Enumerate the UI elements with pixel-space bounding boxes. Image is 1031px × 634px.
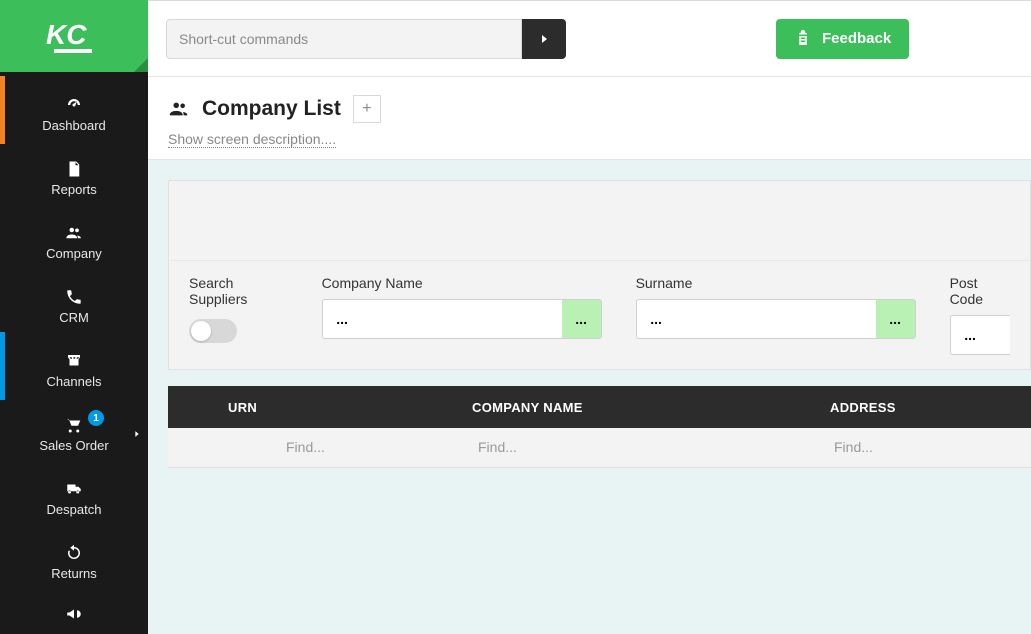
feedback-icon: [794, 30, 812, 48]
returns-icon: [65, 544, 83, 562]
address-filter-input[interactable]: [834, 439, 1031, 455]
truck-icon: [65, 480, 83, 498]
kc-logo-icon: KC: [42, 16, 107, 56]
filter-lookup-button[interactable]: ...: [562, 299, 602, 339]
sidebar-item-despatch[interactable]: Despatch: [0, 466, 148, 530]
company-table: URN COMPANY NAME ADDRESS: [168, 386, 1031, 468]
filter-operator-button[interactable]: ...: [950, 315, 990, 355]
filter-company-name: Company Name ... ...: [322, 275, 602, 355]
phone-icon: [65, 288, 83, 306]
sidebar-item-sales-order[interactable]: 1 Sales Order: [0, 402, 148, 466]
chevron-right-icon: [538, 33, 550, 45]
sidebar-item-returns[interactable]: Returns: [0, 530, 148, 594]
filter-panel: Search Suppliers Company Name ... ...: [168, 180, 1031, 370]
col-company-header[interactable]: COMPANY NAME: [472, 400, 830, 415]
nav-label: CRM: [59, 310, 89, 325]
megaphone-icon: [65, 605, 83, 623]
toggle-knob: [191, 321, 211, 341]
nav-label: Dashboard: [42, 118, 106, 133]
cart-icon: [65, 416, 83, 434]
sidebar: KC Dashboard Reports: [0, 0, 148, 634]
shortcut-command: [166, 19, 566, 59]
sidebar-item-dashboard[interactable]: Dashboard: [0, 82, 148, 146]
add-button[interactable]: +: [353, 95, 381, 123]
chevron-right-icon: [132, 429, 142, 439]
filter-operator-button[interactable]: ...: [322, 299, 362, 339]
company-filter-input[interactable]: [478, 439, 830, 455]
document-icon: [65, 160, 83, 178]
filter-label: Surname: [636, 275, 916, 291]
postcode-input[interactable]: [990, 315, 1010, 355]
page-header: Company List + Show screen description..…: [148, 77, 1031, 160]
filter-postcode: Post Code ...: [950, 275, 1010, 355]
company-name-input[interactable]: [362, 299, 562, 339]
sidebar-nav: Dashboard Reports Company CRM: [0, 72, 148, 634]
urn-filter-input[interactable]: [286, 439, 472, 455]
nav-label: Reports: [51, 182, 97, 197]
nav-label: Company: [46, 246, 102, 261]
content: Search Suppliers Company Name ... ...: [148, 160, 1031, 634]
sidebar-item-crm[interactable]: CRM: [0, 274, 148, 338]
topbar: Feedback: [148, 1, 1031, 77]
panel-top-spacer: [169, 181, 1030, 261]
col-urn-header[interactable]: URN: [228, 400, 472, 415]
search-suppliers-toggle[interactable]: [189, 319, 237, 343]
shortcut-input[interactable]: [166, 19, 522, 59]
nav-label: Despatch: [47, 502, 102, 517]
filter-label: Search Suppliers: [189, 275, 288, 307]
filter-surname: Surname ... ...: [636, 275, 916, 355]
users-icon: [168, 98, 190, 120]
col-address-header[interactable]: ADDRESS: [830, 400, 1031, 415]
users-icon: [65, 224, 83, 242]
feedback-button[interactable]: Feedback: [776, 19, 909, 59]
nav-label: Returns: [51, 566, 97, 581]
page-title: Company List: [202, 97, 341, 121]
description-link[interactable]: Show screen description....: [168, 131, 336, 148]
logo[interactable]: KC: [0, 0, 148, 72]
gauge-icon: [65, 96, 83, 114]
store-icon: [65, 352, 83, 370]
filter-label: Post Code: [950, 275, 1010, 307]
badge: 1: [88, 410, 104, 426]
sidebar-item-reports[interactable]: Reports: [0, 146, 148, 210]
surname-input[interactable]: [676, 299, 876, 339]
sidebar-item-more[interactable]: [0, 594, 148, 634]
filter-label: Company Name: [322, 275, 602, 291]
sidebar-item-channels[interactable]: Channels: [0, 338, 148, 402]
shortcut-go-button[interactable]: [522, 19, 566, 59]
nav-label: Sales Order: [39, 438, 108, 453]
main: Feedback Company List + Show screen desc…: [148, 0, 1031, 634]
nav-label: Channels: [47, 374, 102, 389]
feedback-label: Feedback: [822, 30, 891, 47]
table-filter-row: [168, 428, 1031, 468]
filter-operator-button[interactable]: ...: [636, 299, 676, 339]
sidebar-item-company[interactable]: Company: [0, 210, 148, 274]
filter-search-suppliers: Search Suppliers: [189, 275, 288, 355]
svg-text:KC: KC: [46, 19, 87, 50]
table-header: URN COMPANY NAME ADDRESS: [168, 386, 1031, 428]
filter-lookup-button[interactable]: ...: [876, 299, 916, 339]
